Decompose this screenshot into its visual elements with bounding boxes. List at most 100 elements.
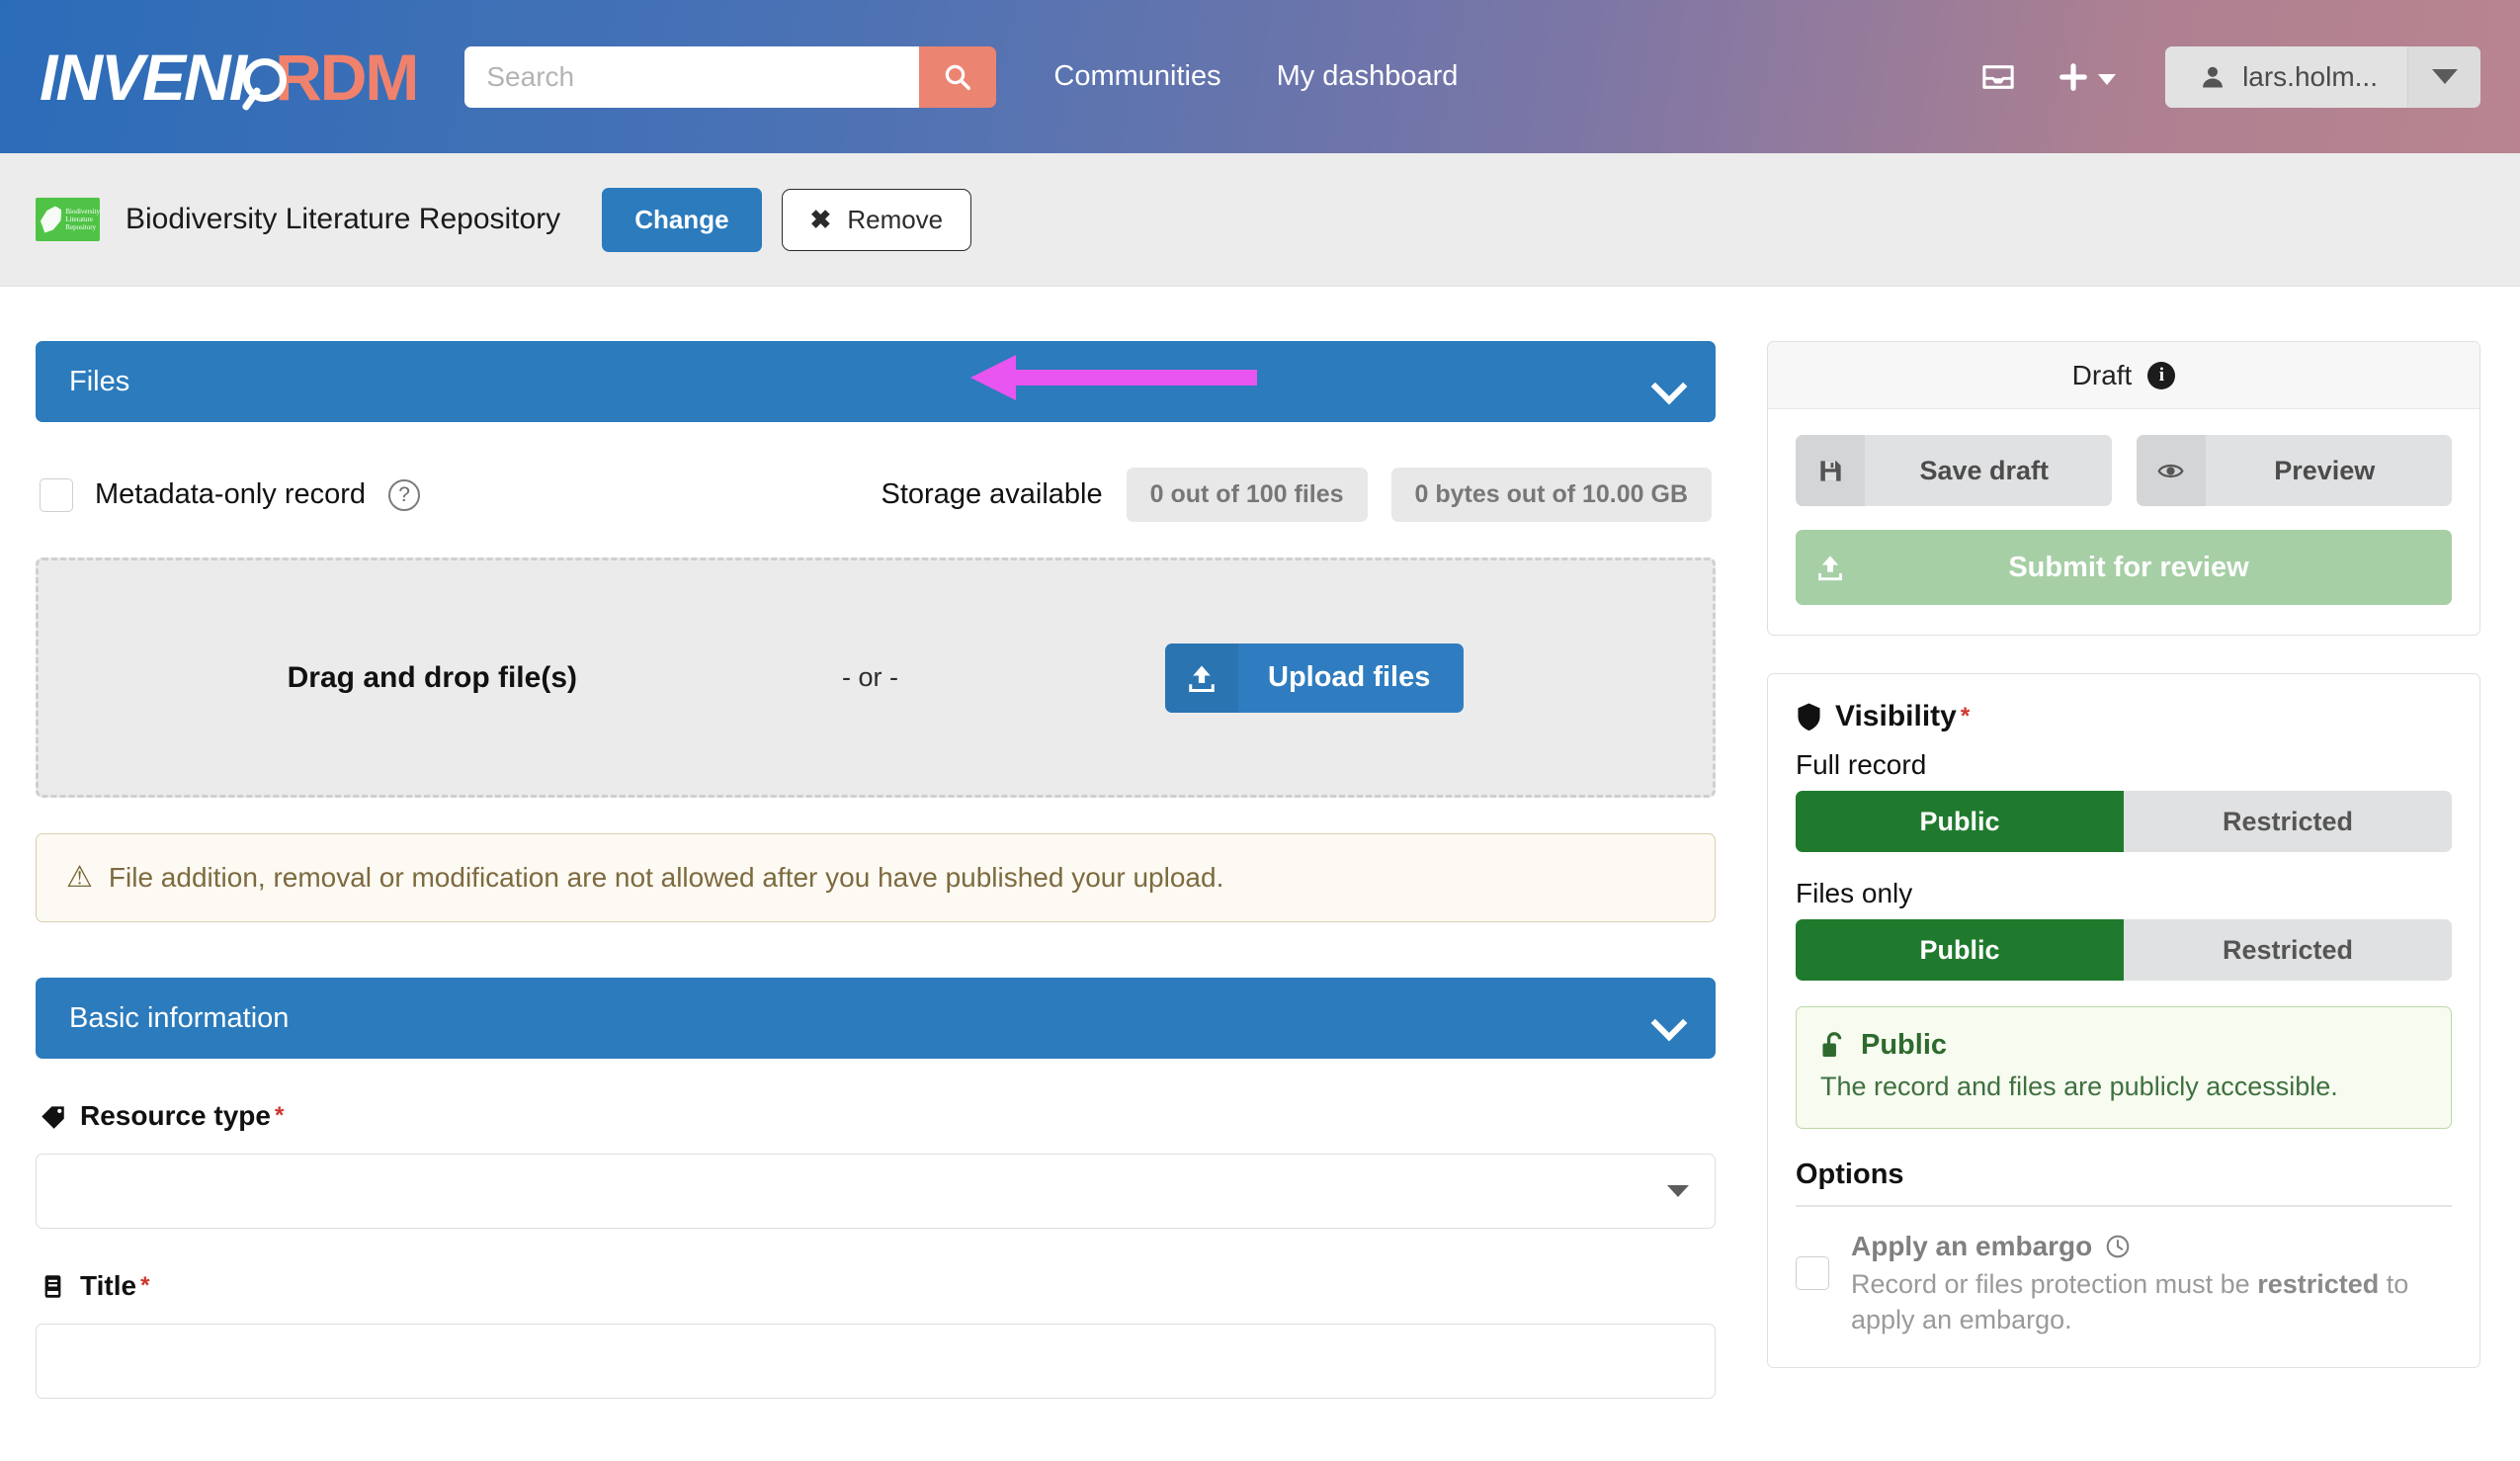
metadata-only-checkbox[interactable] (40, 477, 73, 512)
inbox-icon (1982, 64, 2014, 89)
basic-information-title: Basic information (69, 1001, 290, 1034)
inbox-button[interactable] (1980, 62, 2016, 92)
apply-embargo-description: Record or files protection must be restr… (1851, 1266, 2452, 1338)
embargo-desc-pre: Record or files protection must be (1851, 1268, 2258, 1299)
leaf-icon (41, 206, 62, 233)
logo-text-invenio: INVEN (40, 40, 231, 114)
community-logo: Biodiversity Literature Repository (36, 198, 100, 241)
files-only-restricted-option[interactable]: Restricted (2124, 919, 2452, 981)
new-upload-button[interactable] (2056, 62, 2117, 92)
nav-link-communities[interactable]: Communities (1053, 60, 1220, 93)
save-draft-button[interactable]: Save draft (1796, 435, 2112, 506)
draft-action-buttons: Save draft Preview (1796, 435, 2452, 506)
top-navigation-bar: INVEN I RDM Communities My dashboard (0, 0, 2520, 153)
upload-files-button[interactable]: Upload files (1165, 643, 1465, 713)
unlock-icon (1822, 1031, 1842, 1057)
visibility-card: Visibility * Full record Public Restrict… (1767, 673, 2480, 1369)
dropzone-or-label: - or - (842, 662, 898, 692)
chevron-down-icon[interactable] (1667, 1185, 1689, 1197)
chevron-down-icon (2098, 74, 2117, 85)
files-warning-banner: ⚠ File addition, removal or modification… (36, 833, 1716, 922)
files-only-visibility-toggle: Public Restricted (1796, 919, 2452, 981)
full-record-public-option[interactable]: Public (1796, 791, 2124, 852)
chevron-down-icon[interactable] (1654, 374, 1682, 389)
main-column: Files Metadata-only record ? Storage ava… (36, 341, 1716, 1399)
search-icon (946, 64, 971, 90)
clock-icon (2106, 1235, 2130, 1257)
preview-label: Preview (2274, 455, 2376, 485)
logo-text-rdm: RDM (275, 40, 419, 114)
upload-icon (1165, 643, 1238, 713)
storage-bytes-badge: 0 bytes out of 10.00 GB (1390, 468, 1712, 522)
visibility-notice-title-text: Public (1861, 1029, 1948, 1061)
community-selection-bar: Biodiversity Literature Repository Biodive… (0, 153, 2520, 400)
visibility-title-text: Visibility (1835, 700, 1957, 732)
nav-link-my-dashboard[interactable]: My dashboard (1277, 60, 1459, 93)
remove-community-button[interactable]: ✖ Remove (781, 188, 972, 251)
search-submit-button[interactable] (919, 45, 997, 108)
magnifier-icon (239, 44, 288, 110)
search-bar[interactable] (464, 45, 997, 108)
question-circle-icon[interactable]: ? (388, 478, 421, 511)
resource-type-label-text: Resource type (80, 1100, 271, 1131)
search-input[interactable] (464, 45, 920, 108)
visibility-card-body: Visibility * Full record Public Restrict… (1768, 674, 2479, 1367)
dropzone-label: Drag and drop file(s) (287, 660, 577, 694)
draft-card-body: Save draft Preview Submit for review (1768, 409, 2479, 635)
community-logo-text: Biodiversity Literature Repository (65, 208, 100, 231)
book-icon (40, 1273, 66, 1300)
visibility-notice-title: Public (1820, 1029, 2427, 1062)
chevron-down-icon (2431, 69, 2458, 84)
info-icon[interactable]: i (2147, 361, 2176, 389)
title-label: Title * (40, 1270, 1716, 1302)
primary-nav-links: Communities My dashboard (1053, 60, 1458, 93)
user-name-label: lars.holm... (2242, 60, 2378, 92)
save-draft-label: Save draft (1919, 455, 2050, 485)
draft-card-header: Draft i (1768, 342, 2479, 409)
upload-form-page: Files Metadata-only record ? Storage ava… (0, 287, 2520, 1399)
user-menu[interactable]: lars.holm... (2165, 45, 2480, 108)
sidebar-column: Draft i Save draft Preview Submit for re… (1767, 341, 2480, 1369)
apply-embargo-text-group: Apply an embargo Record or files protect… (1851, 1231, 2452, 1338)
user-icon (2203, 66, 2223, 87)
draft-card: Draft i Save draft Preview Submit for re… (1767, 341, 2480, 636)
options-divider (1796, 1205, 2452, 1207)
files-only-public-option[interactable]: Public (1796, 919, 2124, 981)
x-icon: ✖ (809, 204, 832, 234)
invenio-rdm-logo[interactable]: INVEN I RDM (40, 40, 419, 115)
user-menu-main[interactable]: lars.holm... (2165, 46, 2407, 108)
resource-type-label: Resource type * (40, 1100, 1716, 1132)
warning-icon: ⚠ (66, 861, 93, 894)
full-record-label: Full record (1796, 749, 1927, 780)
embargo-desc-bold: restricted (2257, 1268, 2380, 1299)
basic-information-section-header[interactable]: Basic information (36, 978, 1716, 1059)
resource-type-select[interactable] (36, 1154, 1716, 1229)
apply-embargo-label: Apply an embargo (1851, 1230, 2093, 1261)
draft-status-label: Draft (2071, 359, 2133, 390)
required-marker: * (274, 1102, 285, 1129)
file-dropzone[interactable]: Drag and drop file(s) - or - Upload file… (36, 558, 1716, 798)
remove-community-label: Remove (847, 204, 944, 234)
full-record-visibility-toggle: Public Restricted (1796, 791, 2452, 852)
files-warning-text: File addition, removal or modification a… (108, 862, 1224, 893)
visibility-notice-text: The record and files are publicly access… (1820, 1072, 2338, 1101)
files-only-label: Files only (1796, 878, 1913, 908)
submit-for-review-button[interactable]: Submit for review (1796, 530, 2452, 605)
visibility-notice: Public The record and files are publicly… (1796, 1006, 2452, 1129)
user-menu-caret[interactable] (2407, 45, 2480, 108)
preview-button[interactable]: Preview (2136, 435, 2452, 506)
change-community-button[interactable]: Change (602, 187, 762, 252)
full-record-restricted-option[interactable]: Restricted (2124, 791, 2452, 852)
files-section-header[interactable]: Files (36, 341, 1716, 422)
plus-icon (2059, 62, 2087, 91)
apply-embargo-checkbox[interactable] (1796, 1255, 1829, 1290)
tag-icon (40, 1103, 66, 1130)
shield-icon (1798, 703, 1820, 731)
upload-files-label: Upload files (1268, 661, 1431, 693)
title-label-text: Title (80, 1270, 137, 1301)
files-section-title: Files (69, 365, 130, 397)
chevron-down-icon[interactable] (1654, 1010, 1682, 1026)
nav-right-group: lars.holm... (1980, 45, 2480, 108)
title-input[interactable] (36, 1324, 1716, 1399)
options-title: Options (1796, 1159, 1904, 1190)
